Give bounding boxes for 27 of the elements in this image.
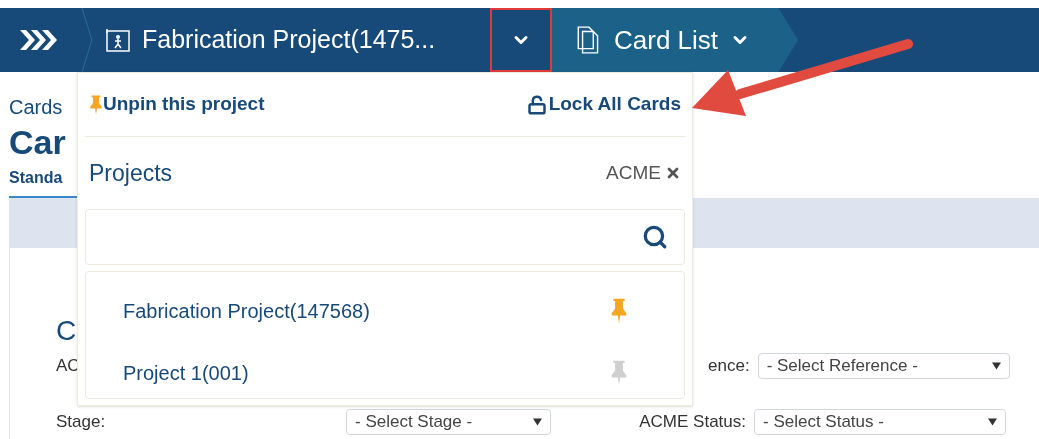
search-field[interactable]	[85, 209, 685, 265]
project-dropdown-button[interactable]	[490, 8, 552, 72]
figure-icon	[106, 27, 130, 53]
lock-all-button[interactable]: Lock All Cards	[526, 90, 681, 119]
unpin-button[interactable]: Unpin this project	[89, 90, 265, 119]
section-title: C	[56, 314, 77, 348]
select-field[interactable]: - Select Stage -	[346, 409, 551, 435]
field-label: Stage:	[56, 411, 107, 434]
projects-heading: Projects	[89, 158, 173, 188]
select-field[interactable]: - Select Reference -	[757, 353, 1010, 379]
project-breadcrumb[interactable]: Fabrication Project(1475...	[94, 8, 490, 72]
close-icon	[665, 165, 681, 181]
field-label: ACME Status:	[638, 411, 746, 434]
filter-tag[interactable]: ACME	[606, 158, 681, 188]
page-title: Car	[9, 122, 67, 162]
dropdown-triangle-icon	[991, 362, 1001, 370]
breadcrumb-separator-icon	[80, 8, 94, 72]
project-item[interactable]: Fabrication Project(147568)	[86, 286, 684, 336]
chevrons-icon	[20, 27, 60, 53]
unlock-icon	[526, 94, 547, 115]
search-icon	[642, 224, 668, 250]
field-label: ence:	[707, 355, 750, 378]
dropdown-triangle-icon	[533, 418, 542, 426]
project-item[interactable]: Project 1(001)	[86, 348, 684, 398]
dropdown-triangle-icon	[988, 418, 997, 426]
view-breadcrumb[interactable]: Card List	[552, 8, 799, 72]
select-field[interactable]: - Select Status -	[754, 409, 1006, 435]
